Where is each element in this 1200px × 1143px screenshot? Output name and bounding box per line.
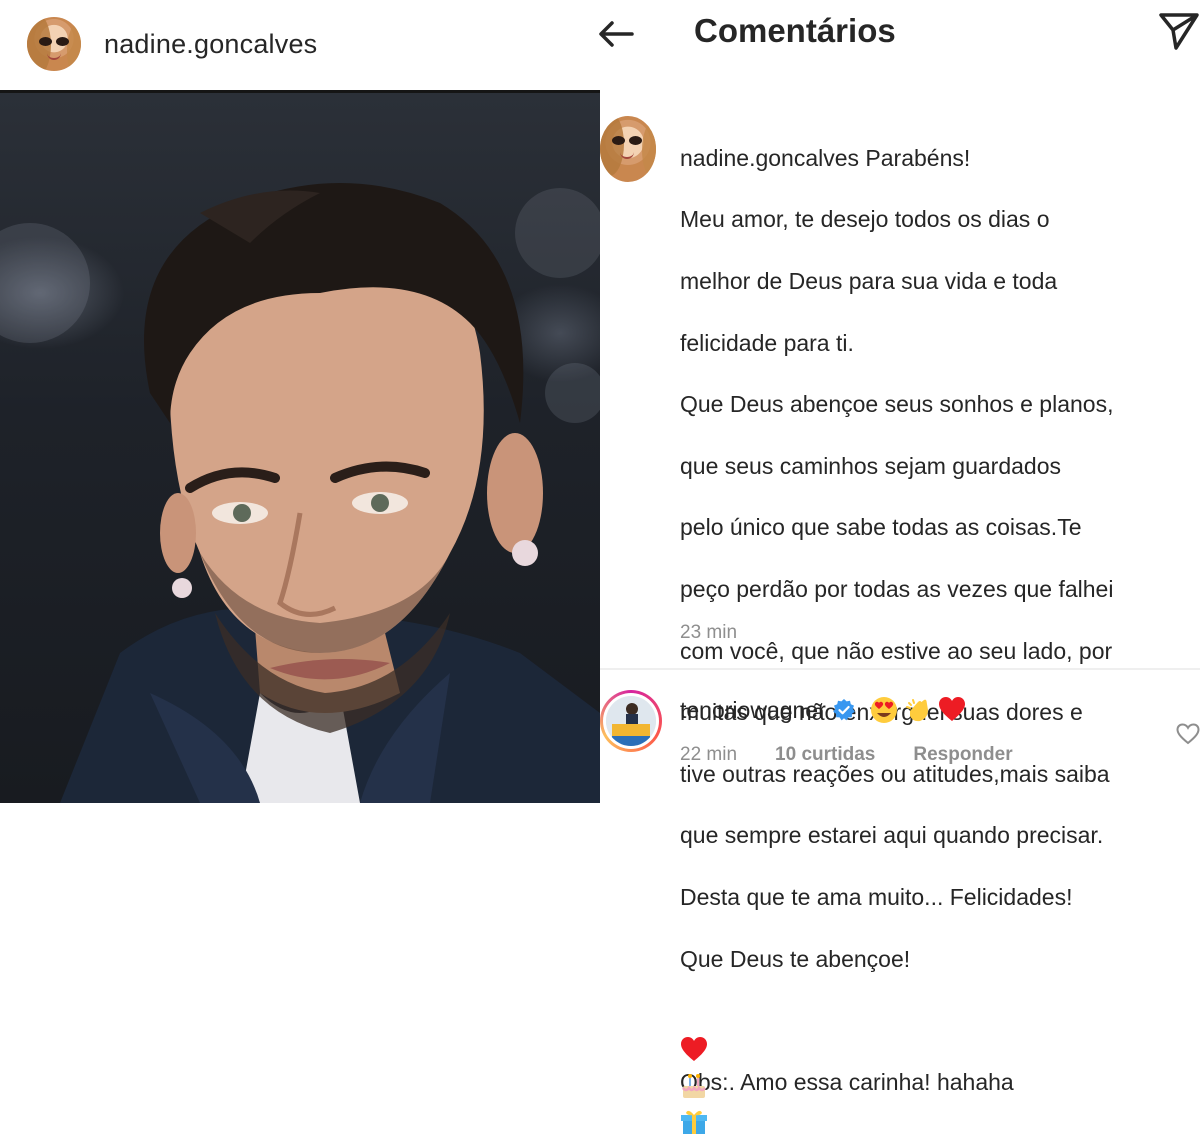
heart-eyes-emoji-icon	[870, 697, 897, 723]
heart-emoji-icon	[938, 697, 965, 721]
comments-panel: Comentários nadine.goncalves Parabéns! M…	[599, 0, 1200, 1134]
back-button[interactable]	[594, 14, 638, 54]
portrait-photo	[0, 183, 600, 803]
birthday-cake-emoji-icon	[682, 1073, 706, 1098]
reply-button[interactable]: Responder	[913, 744, 1012, 766]
post-header: nadine.goncalves	[0, 0, 600, 88]
comment-text: nadine.goncalves Parabéns! Meu amor, te …	[680, 112, 1190, 1134]
likes-count-button[interactable]: 10 curtidas	[775, 744, 875, 766]
story-ring-avatar[interactable]	[600, 690, 662, 752]
comment-item: tenoriowagner 22 min 10 curtidas Respond…	[600, 690, 1200, 800]
comment-line: que sempre estarei aqui quando precisar.	[680, 822, 1104, 849]
share-button[interactable]	[1158, 10, 1200, 52]
comment-line: Meu amor, te desejo todos os dias o	[680, 206, 1050, 233]
comment-line: peço perdão por todas as vezes que falhe…	[680, 575, 1114, 602]
comments-topbar: Comentários	[599, 0, 1200, 88]
reply-timestamp: 22 min	[680, 744, 738, 765]
post-panel: nadine.goncalves	[0, 0, 600, 803]
back-arrow-icon	[599, 21, 634, 47]
send-icon	[1159, 13, 1199, 50]
comment-line: Que Deus te abençoe!	[680, 945, 911, 972]
comment-line: Que Deus abençoe seus sonhos e planos,	[680, 391, 1114, 418]
comment-line: felicidade para ti.	[680, 329, 854, 356]
commenter-avatar[interactable]	[600, 116, 656, 182]
comment-line: Desta que te ama muito... Felicidades!	[680, 883, 1073, 910]
comment-line: melhor de Deus para sua vida e toda	[680, 267, 1058, 294]
verified-badge-icon	[832, 699, 855, 721]
comment-first-line: Parabéns!	[865, 144, 971, 171]
comment-last-line: Obs:. Amo essa carinha! hahaha	[680, 1068, 1014, 1095]
emoji-row	[680, 1005, 1190, 1134]
page-title: Comentários	[694, 12, 896, 49]
reply-header: tenoriowagner	[680, 696, 966, 724]
comment-line: pelo único que sabe todas as coisas.Te	[680, 514, 1082, 541]
reply-username[interactable]: tenoriowagner	[680, 697, 826, 724]
comment-line: que seus caminhos sejam guardados	[680, 452, 1062, 479]
divider	[600, 668, 1200, 670]
heart-emoji-icon	[681, 1036, 707, 1061]
reply-avatar-icon	[606, 696, 656, 746]
gift-emoji-icon	[681, 1110, 707, 1134]
like-heart-icon[interactable]	[1176, 722, 1200, 746]
post-author-avatar[interactable]	[27, 17, 81, 71]
post-author-username[interactable]: nadine.goncalves	[104, 29, 317, 60]
comment-timestamp: 23 min	[680, 622, 738, 643]
clapping-hands-emoji-icon	[905, 699, 928, 722]
comment-line: com você, que não estive ao seu lado, po…	[680, 637, 1113, 664]
commenter-username[interactable]: nadine.goncalves	[680, 145, 859, 171]
reply-meta: 22 min 10 curtidas Responder	[680, 744, 1013, 766]
post-photo[interactable]	[0, 90, 600, 803]
